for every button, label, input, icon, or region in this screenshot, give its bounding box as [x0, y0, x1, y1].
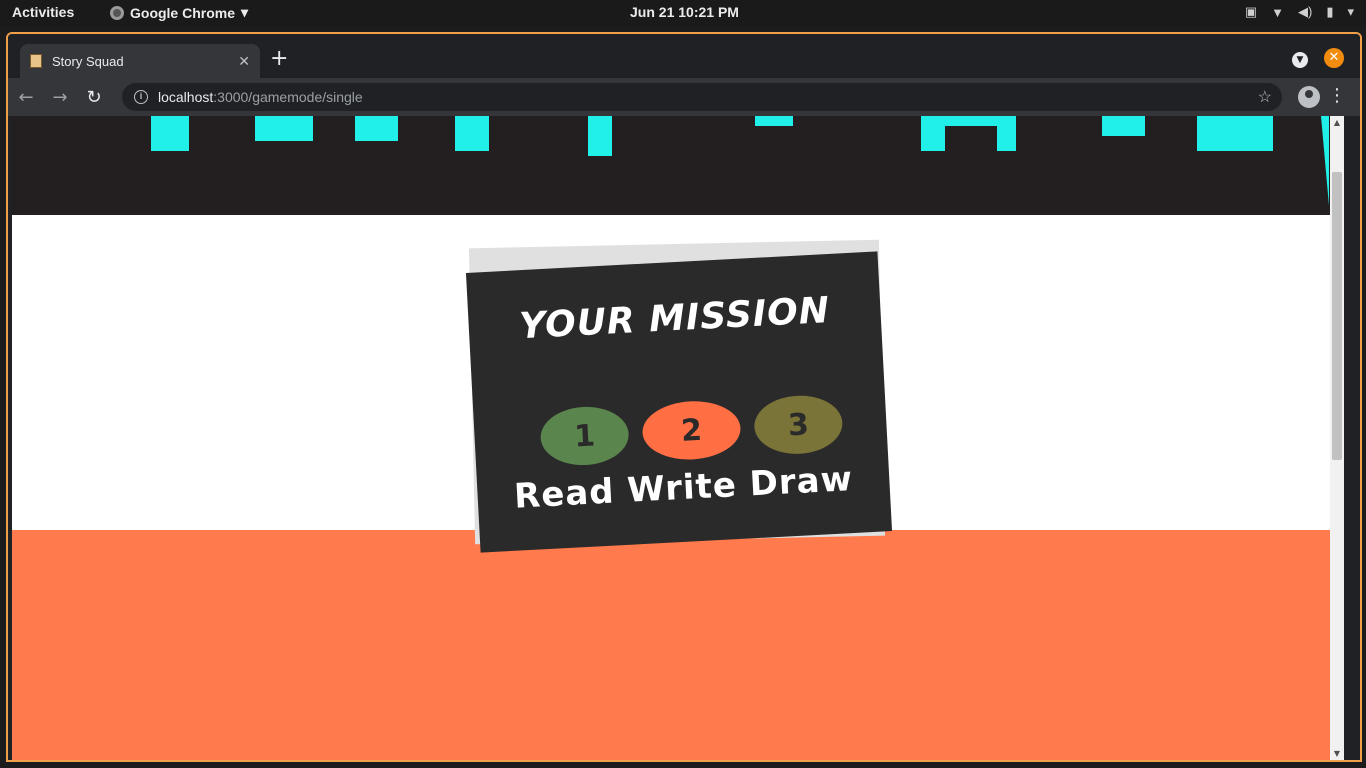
system-tray[interactable]: ▣ ▼ ◀) ▮ ▾: [1245, 4, 1354, 20]
bookmark-star-icon[interactable]: ☆: [1258, 87, 1272, 107]
close-tab-icon[interactable]: ✕: [238, 53, 250, 70]
hero-decoration: [151, 116, 189, 151]
tab-story-squad[interactable]: Story Squad ✕: [20, 44, 260, 78]
reload-icon[interactable]: ↻: [78, 87, 110, 108]
app-menu[interactable]: Google Chrome ▾: [110, 4, 248, 21]
back-icon[interactable]: ←: [10, 87, 42, 108]
system-top-bar: Activities Google Chrome ▾ Jun 21 10:21 …: [0, 0, 1366, 26]
window-switcher-icon[interactable]: ▣: [1245, 4, 1257, 20]
tab-search-icon[interactable]: ▼: [1292, 52, 1308, 68]
hero-banner: [12, 116, 1340, 215]
address-bar[interactable]: i localhost :3000/gamemode/single ☆: [122, 83, 1282, 111]
url-host: localhost: [158, 89, 214, 105]
volume-icon: ◀): [1297, 4, 1313, 19]
hero-decoration: [997, 116, 1016, 151]
scroll-up-icon[interactable]: ▲: [1330, 118, 1344, 127]
hero-decoration: [355, 116, 398, 141]
mission-step-labels: Read Write Draw: [513, 459, 854, 517]
mission-steps: 1 2 3: [539, 393, 844, 468]
page-scrollbar[interactable]: ▲ ▼: [1330, 116, 1344, 760]
favicon-icon: [30, 54, 42, 68]
hero-decoration: [921, 116, 945, 151]
activities-button[interactable]: Activities: [12, 4, 74, 20]
chrome-icon: [110, 5, 124, 20]
wifi-icon: ▼: [1271, 4, 1284, 20]
clock[interactable]: Jun 21 10:21 PM: [630, 4, 739, 20]
mission-card: YOUR MISSION 1 2 3 Read Write Draw: [465, 251, 893, 553]
orange-section: [12, 530, 1340, 760]
chevron-down-icon[interactable]: ▾: [1347, 4, 1354, 20]
scroll-down-icon[interactable]: ▼: [1330, 749, 1344, 758]
browser-toolbar: ← → ↻ i localhost :3000/gamemode/single …: [8, 78, 1360, 116]
hero-decoration: [588, 116, 612, 156]
hero-decoration: [1102, 116, 1145, 136]
new-tab-button[interactable]: +: [270, 48, 288, 70]
mission-title: YOUR MISSION: [518, 290, 831, 348]
chevron-down-icon: ▾: [241, 4, 249, 20]
scrollbar-thumb[interactable]: [1332, 172, 1342, 460]
step-write-badge: 2: [641, 398, 742, 462]
close-window-button[interactable]: ✕: [1324, 48, 1344, 68]
step-draw-badge: 3: [752, 393, 844, 457]
step-read-badge: 1: [539, 404, 631, 468]
battery-icon: ▮: [1326, 4, 1334, 19]
browser-window: Story Squad ✕ + ▼ ✕ ← → ↻ i localhost :3…: [6, 32, 1362, 762]
hero-decoration: [1321, 116, 1329, 206]
profile-avatar-icon[interactable]: [1298, 86, 1320, 108]
app-menu-label: Google Chrome: [130, 4, 236, 21]
hero-decoration: [1197, 116, 1273, 151]
page-viewport: YOUR MISSION 1 2 3 Read Write Draw: [12, 116, 1340, 760]
info-icon[interactable]: i: [134, 90, 148, 104]
tab-strip: Story Squad ✕ + ▼ ✕: [8, 34, 1360, 78]
hero-decoration: [755, 116, 793, 126]
kebab-menu-icon[interactable]: ⋮: [1328, 86, 1346, 106]
url-path: :3000/gamemode/single: [213, 89, 363, 105]
tab-title: Story Squad: [52, 53, 124, 69]
hero-decoration: [255, 116, 313, 141]
forward-icon[interactable]: →: [44, 87, 76, 108]
hero-decoration: [455, 116, 489, 151]
